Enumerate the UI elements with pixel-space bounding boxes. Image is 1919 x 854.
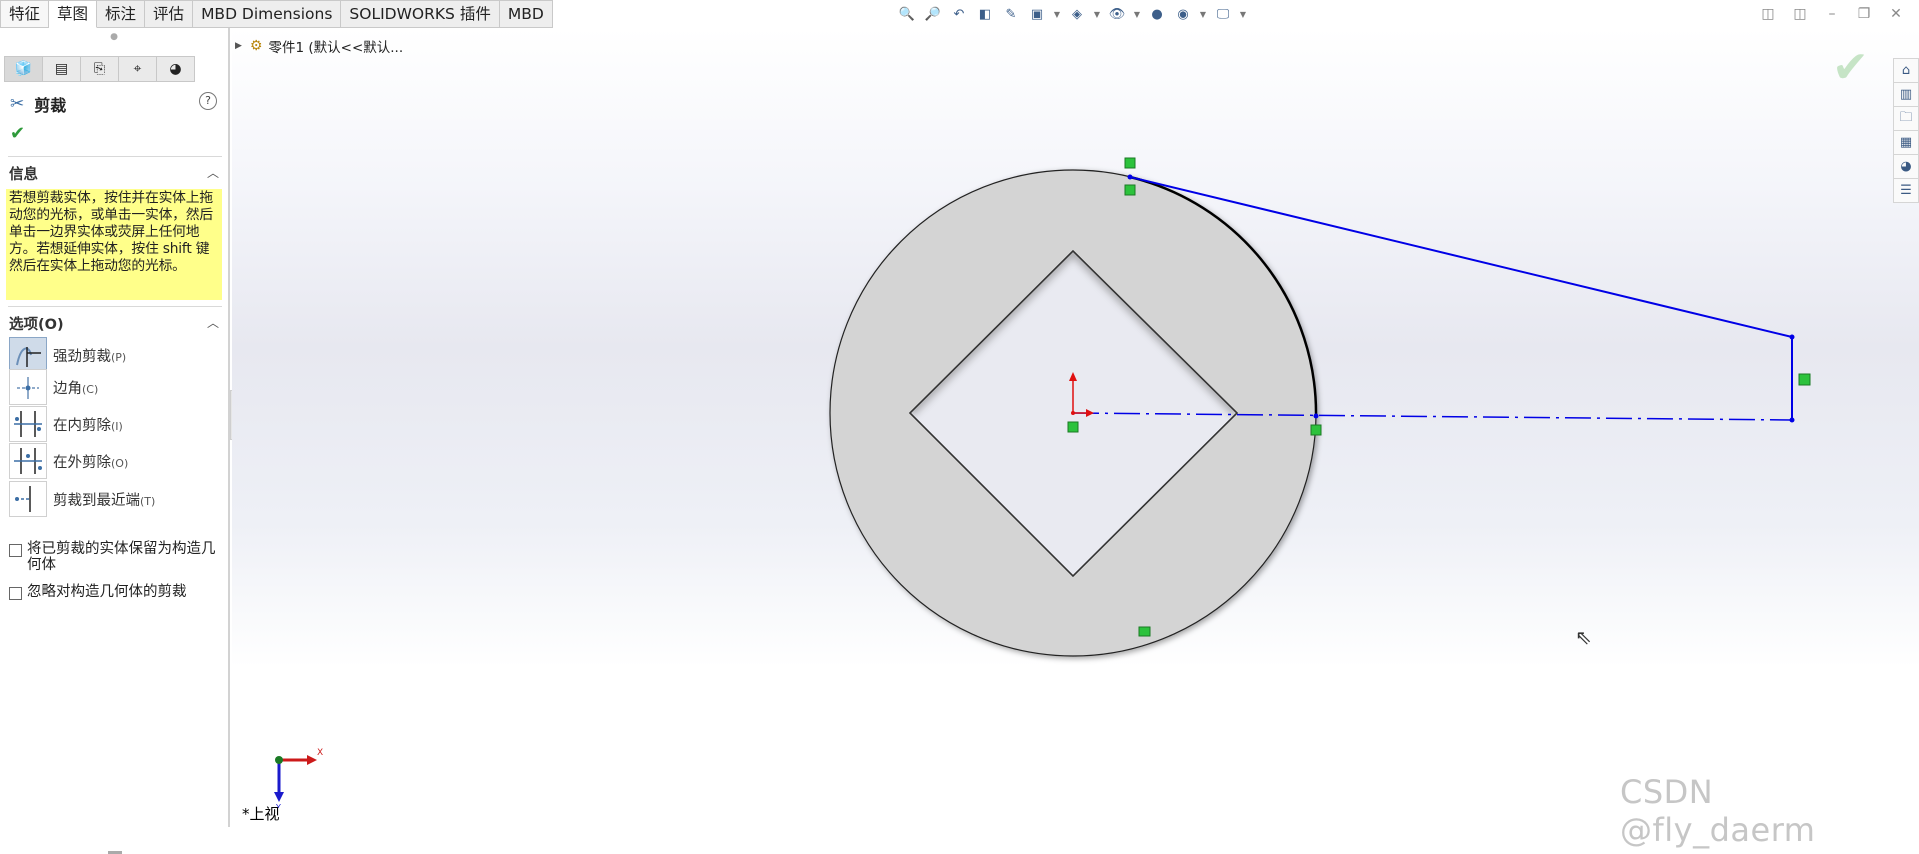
tangent-relation-icon[interactable] [1124,184,1136,196]
design-library-icon[interactable]: ▥ [1893,82,1919,106]
appearances-icon[interactable]: ◕ [1893,154,1919,178]
sketch-point[interactable] [1789,417,1795,423]
file-explorer-icon[interactable]: 🗀 [1893,106,1919,130]
coincident-relation-icon[interactable] [1310,424,1322,436]
triad-x-label: X [317,748,323,758]
view-palette-icon[interactable]: ▦ [1893,130,1919,154]
arc-relation-icon[interactable] [1138,626,1151,637]
sketch-point[interactable] [1789,334,1795,340]
confirmation-check-icon[interactable]: ✔ [1832,42,1869,93]
task-pane-tabs: ⌂ ▥ 🗀 ▦ ◕ ☰ [1893,58,1919,203]
sketch-point[interactable] [1313,413,1319,419]
view-orientation-label: *上视 [242,805,280,823]
origin-point [1071,411,1075,415]
vertical-relation-icon[interactable] [1798,373,1811,386]
reference-triad: X Y [274,748,323,808]
watermark: CSDN @fly_daerm [1620,773,1816,849]
home-icon[interactable]: ⌂ [1893,58,1919,82]
sketch-point[interactable] [1127,174,1133,180]
sketch-canvas[interactable] [0,0,1919,827]
custom-properties-icon[interactable]: ☰ [1893,178,1919,203]
mouse-cursor-icon: ⇖ [1575,625,1592,649]
fixed-relation-icon[interactable] [1067,421,1079,433]
coincident-relation-icon[interactable] [1124,157,1136,169]
